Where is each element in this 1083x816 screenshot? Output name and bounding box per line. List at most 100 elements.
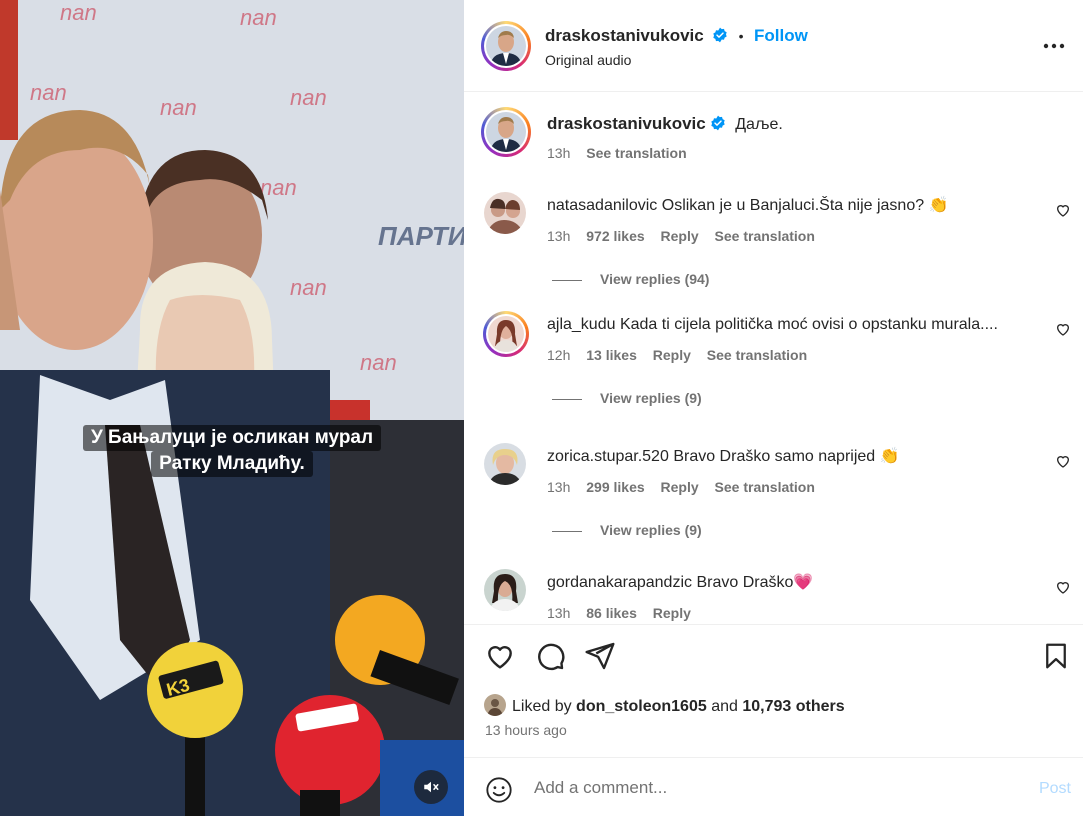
- more-options-button[interactable]: [1043, 36, 1065, 54]
- commenter-photo: [484, 192, 526, 234]
- view-replies-button[interactable]: View replies (9): [552, 522, 702, 538]
- audio-label[interactable]: Original audio: [545, 52, 631, 68]
- comment-time: 13h: [547, 228, 571, 244]
- comment-username[interactable]: zorica.stupar.520: [547, 448, 669, 465]
- heart-outline-icon: [1056, 582, 1070, 594]
- author-avatar[interactable]: [481, 21, 531, 71]
- view-replies-button[interactable]: View replies (9): [552, 390, 702, 406]
- svg-text:nan: nan: [360, 350, 397, 375]
- liked-by-others[interactable]: 10,793 others: [742, 698, 844, 715]
- comment-username[interactable]: ajla_kudu: [547, 316, 616, 333]
- replies-divider-line: [552, 530, 582, 532]
- comment-text: Bravo Draško samo naprijed 👏: [673, 448, 900, 465]
- subtitle-line-2: Ратку Младићу.: [151, 451, 313, 477]
- bookmark-icon: [1046, 643, 1066, 669]
- paper-plane-icon: [585, 642, 615, 670]
- view-replies-label: View replies (9): [600, 522, 702, 538]
- comment-like-button[interactable]: [1055, 579, 1071, 600]
- comments-list[interactable]: draskostanivukovic Даље. 13h See transla…: [464, 92, 1083, 625]
- comment-username[interactable]: natasadanilovic: [547, 197, 657, 214]
- svg-text:nan: nan: [240, 5, 277, 30]
- caption-time: 13h: [547, 145, 571, 161]
- svg-text:nan: nan: [160, 95, 197, 120]
- reply-button[interactable]: Reply: [661, 479, 699, 495]
- mute-toggle-button[interactable]: [414, 770, 448, 804]
- commenter-avatar[interactable]: [483, 311, 529, 357]
- comment-button[interactable]: [534, 640, 566, 677]
- save-post-button[interactable]: [1041, 640, 1071, 677]
- post-timestamp[interactable]: 13 hours ago: [485, 722, 567, 738]
- svg-text:ПАРТИ: ПАРТИ: [378, 221, 464, 251]
- post-actions-bar: [464, 640, 1083, 674]
- verified-badge-icon: [711, 115, 725, 131]
- smiley-icon: [486, 777, 512, 803]
- heart-outline-icon: [1056, 205, 1070, 217]
- liked-by-summary[interactable]: Liked by don_stoleon1605 and 10,793 othe…: [484, 694, 845, 716]
- commenter-avatar[interactable]: [484, 192, 526, 234]
- post-header: draskostanivukovic • Follow Original aud…: [464, 0, 1083, 92]
- view-replies-label: View replies (94): [600, 271, 710, 287]
- comment-input[interactable]: [534, 776, 984, 800]
- heart-outline-icon: [1056, 456, 1070, 468]
- verified-badge-icon: [713, 27, 727, 43]
- caption-see-translation[interactable]: See translation: [586, 145, 686, 161]
- svg-text:nan: nan: [290, 275, 327, 300]
- commenter-photo: [488, 316, 524, 352]
- svg-text:nan: nan: [290, 85, 327, 110]
- comment-username[interactable]: gordanakarapandzic: [547, 574, 692, 591]
- see-translation-button[interactable]: See translation: [707, 347, 807, 363]
- more-options-icon: [1043, 43, 1065, 49]
- svg-text:nan: nan: [30, 80, 67, 105]
- commenter-avatar[interactable]: [484, 569, 526, 611]
- comment-likes[interactable]: 299 likes: [586, 479, 644, 495]
- comment-like-button[interactable]: [1055, 202, 1071, 223]
- like-post-button[interactable]: [484, 640, 516, 677]
- comment-like-button[interactable]: [1055, 453, 1071, 474]
- comment-likes[interactable]: 972 likes: [586, 228, 644, 244]
- caption-text: Даље.: [735, 116, 783, 133]
- comment-time: 13h: [547, 479, 571, 495]
- author-photo: [486, 26, 526, 66]
- comment-text: Bravo Draško💗: [696, 574, 814, 591]
- speaker-muted-icon: [424, 781, 439, 793]
- commenter-avatar[interactable]: [484, 443, 526, 485]
- comment-likes[interactable]: 86 likes: [586, 605, 637, 621]
- add-comment-bar: Post: [464, 757, 1083, 816]
- emoji-picker-button[interactable]: [485, 776, 513, 809]
- comment-text: Kada ti cijela politička moć ovisi o ops…: [619, 316, 998, 333]
- commenter-photo: [484, 569, 526, 611]
- video-player[interactable]: nannan nannannan nannannan ПАРТИ K3: [0, 0, 464, 816]
- comment-like-button[interactable]: [1055, 321, 1071, 342]
- view-replies-label: View replies (9): [600, 390, 702, 406]
- caption-author-photo: [486, 112, 526, 152]
- see-translation-button[interactable]: See translation: [715, 479, 815, 495]
- post-comment-button[interactable]: Post: [1039, 780, 1071, 798]
- heart-outline-icon: [1056, 324, 1070, 336]
- reply-button[interactable]: Reply: [653, 605, 691, 621]
- author-username[interactable]: draskostanivukovic: [545, 26, 704, 45]
- replies-divider-line: [552, 279, 582, 281]
- reply-button[interactable]: Reply: [653, 347, 691, 363]
- separator-dot: •: [738, 28, 744, 44]
- liked-by-and: and: [711, 698, 738, 715]
- view-replies-button[interactable]: View replies (94): [552, 271, 709, 287]
- reply-button[interactable]: Reply: [661, 228, 699, 244]
- video-subtitle: У Бањалуци је осликан мурал Ратку Младић…: [56, 425, 408, 477]
- svg-text:nan: nan: [60, 0, 97, 25]
- heart-icon: [488, 646, 512, 669]
- comment-likes[interactable]: 13 likes: [586, 347, 637, 363]
- comment-text: Oslikan je u Banjaluci.Šta nije jasno? 👏: [661, 197, 949, 214]
- see-translation-button[interactable]: See translation: [715, 228, 815, 244]
- comment-time: 13h: [547, 605, 571, 621]
- replies-divider-line: [552, 398, 582, 400]
- post-side-panel: draskostanivukovic • Follow Original aud…: [464, 0, 1083, 816]
- liker-photo: [484, 694, 506, 716]
- caption-username[interactable]: draskostanivukovic: [547, 114, 706, 133]
- commenter-photo: [484, 443, 526, 485]
- video-frame: nan nan nannan nan nannannan ПАРТИ K3: [0, 0, 464, 816]
- subtitle-line-1: У Бањалуци је осликан мурал: [82, 425, 382, 451]
- share-button[interactable]: [584, 640, 616, 677]
- liked-by-user[interactable]: don_stoleon1605: [576, 698, 707, 715]
- follow-button[interactable]: Follow: [754, 26, 808, 45]
- caption-author-avatar[interactable]: [481, 107, 531, 157]
